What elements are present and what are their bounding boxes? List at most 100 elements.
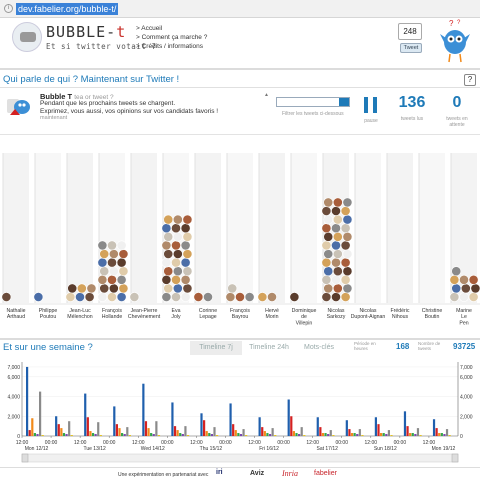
tweet-bubble[interactable] xyxy=(459,292,469,302)
tweet-bubble[interactable] xyxy=(289,292,300,302)
tweet-bubble[interactable] xyxy=(171,257,181,268)
tweet-bubble[interactable] xyxy=(163,266,174,277)
tweet-bubble[interactable] xyxy=(163,214,174,225)
tweet-bubble[interactable] xyxy=(257,292,268,302)
tweet-bubble[interactable] xyxy=(116,292,127,302)
tweet-bubble[interactable] xyxy=(340,257,351,268)
partner-aviz-logo[interactable]: Aviz xyxy=(250,470,264,477)
nav-credits[interactable]: > Crédits / informations xyxy=(136,42,207,51)
filter-button[interactable] xyxy=(339,98,349,106)
tweet-bubble[interactable] xyxy=(332,283,343,294)
candidate-column[interactable]: Jean-Luc Mélenchon xyxy=(65,153,97,320)
tweet-bubble[interactable] xyxy=(76,283,87,294)
tweet-bubble[interactable] xyxy=(340,274,351,285)
tweet-bubble[interactable] xyxy=(235,292,245,302)
tweet-bubble[interactable] xyxy=(171,240,181,251)
tweet-bubble[interactable] xyxy=(182,283,193,294)
tweet-bubble[interactable] xyxy=(332,197,343,208)
tweet-bubble[interactable] xyxy=(331,206,341,216)
tweet-bubble[interactable] xyxy=(323,283,334,294)
slider-handle-left[interactable] xyxy=(21,453,29,463)
tweet-bubble[interactable] xyxy=(97,274,108,285)
candidate-column[interactable]: Nicolas Sarkozy xyxy=(321,153,353,320)
tweet-bubble[interactable] xyxy=(84,292,95,302)
partner-fabelier-logo[interactable]: fabelier xyxy=(314,470,337,477)
tweet-bubble[interactable] xyxy=(331,257,341,268)
tweet-bubble[interactable] xyxy=(342,197,353,208)
tweet-bubble[interactable] xyxy=(129,292,140,302)
tweet-bubble[interactable] xyxy=(331,274,341,285)
tweet-bubble[interactable] xyxy=(116,274,127,285)
tweet-bubble[interactable] xyxy=(342,231,353,242)
tweet-bubble[interactable] xyxy=(225,292,236,302)
tweet-bubble[interactable] xyxy=(108,283,119,294)
tweet-bubble[interactable] xyxy=(118,249,129,259)
candidate-column[interactable]: Jean-Pierre Chevènement xyxy=(128,153,161,320)
tweet-bubble[interactable] xyxy=(172,249,183,259)
tweet-bubble[interactable] xyxy=(449,274,460,285)
logo-title[interactable]: BUBBLE-t xyxy=(46,23,126,41)
tweet-bubble[interactable] xyxy=(332,249,343,259)
tab-timeline-7j[interactable]: Timeline 7j xyxy=(190,341,242,355)
candidate-column[interactable]: Marine Le Pen xyxy=(449,153,480,326)
tweet-bubble[interactable] xyxy=(75,292,85,302)
tweet-bubble[interactable] xyxy=(67,283,78,294)
tweet-bubble[interactable] xyxy=(342,283,353,294)
tweet-bubble[interactable] xyxy=(321,292,332,302)
tweet-bubble[interactable] xyxy=(340,292,351,302)
tweet-bubble[interactable] xyxy=(331,223,341,234)
tweet-bubble[interactable] xyxy=(171,274,181,285)
tweet-bubble[interactable] xyxy=(182,249,193,259)
candidate-column[interactable]: François Hollande xyxy=(97,153,129,320)
tweet-bubble[interactable] xyxy=(108,249,119,259)
candidate-column[interactable]: François Bayrou xyxy=(225,153,255,320)
tweet-bubble[interactable] xyxy=(172,283,183,294)
tweet-bubble[interactable] xyxy=(323,266,334,277)
address-field[interactable]: dev.fabelier.org/bubble-t/ xyxy=(16,3,119,15)
tweet-bubble[interactable] xyxy=(459,274,469,285)
tweet-bubble[interactable] xyxy=(116,257,127,268)
tweet-bubble[interactable] xyxy=(65,292,76,302)
tweet-bubble[interactable] xyxy=(180,257,191,268)
tweet-bubble[interactable] xyxy=(342,249,353,259)
tweet-bubble[interactable] xyxy=(97,240,108,251)
tweet-bubble[interactable] xyxy=(331,240,341,251)
tweet-bubble[interactable] xyxy=(182,231,193,242)
tweet-bubble[interactable] xyxy=(227,283,238,294)
tweet-bubble[interactable] xyxy=(107,240,117,251)
tweet-bubble[interactable] xyxy=(332,231,343,242)
nav-how-it-works[interactable]: > Comment ça marche ? xyxy=(136,33,207,42)
tweet-bubble[interactable] xyxy=(323,197,334,208)
tab-mots-cles[interactable]: Mots-clés xyxy=(296,341,342,355)
tweet-bubble[interactable] xyxy=(340,206,351,216)
tweet-button[interactable]: Tweet xyxy=(400,43,422,53)
tweet-bubble[interactable] xyxy=(180,292,191,302)
tweet-bubble[interactable] xyxy=(332,266,343,277)
tweet-bubble[interactable] xyxy=(118,266,129,277)
info-icon[interactable]: i xyxy=(4,4,13,13)
tweet-bubble[interactable] xyxy=(180,274,191,285)
tweet-bubble[interactable] xyxy=(161,257,172,268)
help-button[interactable]: ? xyxy=(464,74,476,86)
tweet-bubble[interactable] xyxy=(108,266,119,277)
partner-inria-logo[interactable]: Inria xyxy=(282,469,298,478)
tweet-bubble[interactable] xyxy=(180,240,191,251)
tweet-bubble[interactable] xyxy=(468,292,479,302)
partner-iri-logo[interactable]: iri xyxy=(216,469,223,476)
tweet-bubble[interactable] xyxy=(97,292,108,302)
tweet-bubble[interactable] xyxy=(163,283,174,294)
tweet-bubble[interactable] xyxy=(332,214,343,225)
tweet-bubble[interactable] xyxy=(468,274,479,285)
tweet-bubble[interactable] xyxy=(451,266,462,277)
slider-handle-right[interactable] xyxy=(451,453,459,463)
candidate-column[interactable]: Nathalie Arthaud xyxy=(1,153,29,320)
tweet-bubble[interactable] xyxy=(171,292,181,302)
candidate-column[interactable]: Eva Joly xyxy=(161,153,193,320)
tweet-bubble[interactable] xyxy=(33,292,44,302)
candidate-column[interactable]: Dominique de Villepin xyxy=(289,153,317,326)
candidate-column[interactable]: Corinne Lepage xyxy=(193,153,221,320)
tweet-bubble[interactable] xyxy=(323,249,334,259)
timeline-range-slider[interactable] xyxy=(21,453,459,463)
tweet-bubble[interactable] xyxy=(331,292,341,302)
tweet-bubble[interactable] xyxy=(161,240,172,251)
